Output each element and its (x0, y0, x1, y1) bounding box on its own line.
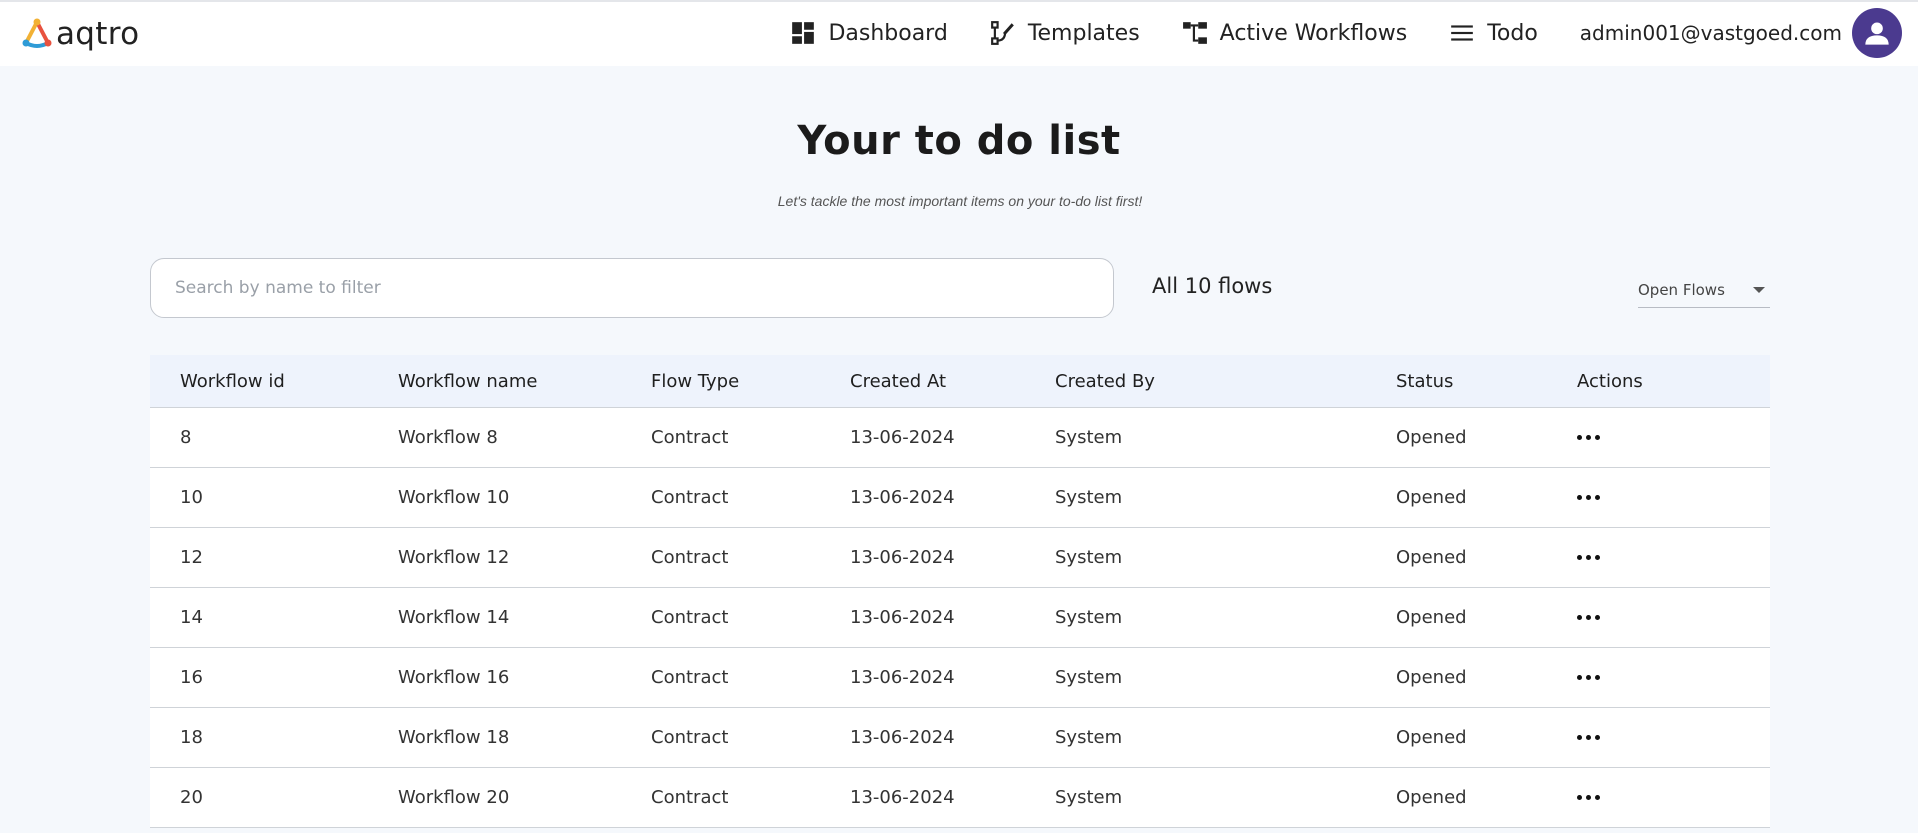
cell-flow-type: Contract (651, 667, 729, 688)
cell-workflow-id: 20 (180, 787, 203, 808)
cell-actions (1547, 668, 1770, 688)
cell-workflow-name: Workflow 16 (398, 667, 510, 688)
cell-workflow-id: 14 (180, 607, 203, 628)
cell-flow-type: Contract (651, 427, 729, 448)
cell-flow-type: Contract (651, 487, 729, 508)
more-actions-icon[interactable] (1577, 728, 1607, 748)
cell-created-by: System (1055, 547, 1123, 568)
cell-status: Opened (1396, 607, 1467, 628)
nav-item-active-workflows[interactable]: Active Workflows (1182, 20, 1408, 46)
flow-count-label: All 10 flows (1152, 274, 1273, 298)
nav-item-dashboard[interactable]: Dashboard (790, 20, 948, 46)
cell-workflow-id: 10 (180, 487, 203, 508)
cell-created-by: System (1055, 487, 1123, 508)
cell-created-at: 13-06-2024 (850, 787, 955, 808)
cell-status: Opened (1396, 787, 1467, 808)
dashboard-icon (792, 22, 815, 44)
column-header-workflow-name[interactable]: Workflow name (368, 371, 621, 392)
cell-workflow-name: Workflow 8 (398, 427, 498, 448)
cell-created-by: System (1055, 787, 1123, 808)
table-row[interactable]: 16 Workflow 16 Contract 13-06-2024 Syste… (150, 648, 1770, 708)
cell-created-at: 13-06-2024 (850, 727, 955, 748)
workflow-table: Workflow id Workflow name Flow Type Crea… (150, 355, 1770, 828)
table-row[interactable]: 8 Workflow 8 Contract 13-06-2024 System … (150, 408, 1770, 468)
table-row[interactable]: 10 Workflow 10 Contract 13-06-2024 Syste… (150, 468, 1770, 528)
cell-workflow-id: 8 (180, 427, 192, 448)
nav-item-templates[interactable]: Templates (990, 20, 1140, 46)
cell-actions (1547, 428, 1770, 448)
cell-workflow-name: Workflow 20 (398, 787, 510, 808)
templates-icon (990, 21, 1014, 45)
table-row[interactable]: 12 Workflow 12 Contract 13-06-2024 Syste… (150, 528, 1770, 588)
nav-item-label: Active Workflows (1219, 20, 1408, 46)
main-nav: Dashboard Templates Active Workflows Tod… (790, 2, 1918, 64)
page-subtitle: Let's tackle the most important items on… (777, 193, 1143, 209)
cell-status: Opened (1396, 487, 1467, 508)
more-actions-icon[interactable] (1577, 668, 1607, 688)
cell-created-at: 13-06-2024 (850, 487, 955, 508)
table-header-row: Workflow id Workflow name Flow Type Crea… (150, 355, 1770, 408)
cell-status: Opened (1396, 727, 1467, 748)
cell-workflow-id: 16 (180, 667, 203, 688)
column-header-status[interactable]: Status (1366, 371, 1547, 392)
top-navigation-bar: aqtro Dashboard Templates Active Workflo… (0, 0, 1918, 66)
nav-item-label: Templates (1027, 20, 1140, 46)
column-header-flow-type[interactable]: Flow Type (621, 371, 820, 392)
cell-created-by: System (1055, 607, 1123, 628)
column-header-workflow-id[interactable]: Workflow id (150, 371, 368, 392)
cell-workflow-id: 18 (180, 727, 203, 748)
cell-workflow-name: Workflow 12 (398, 547, 510, 568)
cell-actions (1547, 548, 1770, 568)
cell-workflow-name: Workflow 14 (398, 607, 510, 628)
cell-flow-type: Contract (651, 607, 729, 628)
column-header-created-by[interactable]: Created By (1025, 371, 1366, 392)
cell-actions (1547, 788, 1770, 808)
user-avatar[interactable] (1852, 8, 1902, 58)
cell-created-by: System (1055, 667, 1123, 688)
more-actions-icon[interactable] (1577, 548, 1607, 568)
cell-created-at: 13-06-2024 (850, 667, 955, 688)
cell-status: Opened (1396, 547, 1467, 568)
nav-item-label: Dashboard (828, 20, 948, 46)
table-row[interactable]: 14 Workflow 14 Contract 13-06-2024 Syste… (150, 588, 1770, 648)
cell-created-at: 13-06-2024 (850, 427, 955, 448)
app-name: aqtro (56, 16, 140, 52)
cell-flow-type: Contract (651, 787, 729, 808)
menu-icon (1451, 25, 1474, 41)
flow-status-select-value: Open Flows (1638, 280, 1725, 299)
table-row[interactable]: 18 Workflow 18 Contract 13-06-2024 Syste… (150, 708, 1770, 768)
flow-status-select[interactable]: Open Flows (1638, 272, 1770, 308)
more-actions-icon[interactable] (1577, 488, 1607, 508)
cell-created-by: System (1055, 427, 1123, 448)
cell-created-by: System (1055, 727, 1123, 748)
cell-flow-type: Contract (651, 547, 729, 568)
caret-down-icon (1753, 286, 1765, 293)
cell-workflow-name: Workflow 10 (398, 487, 510, 508)
cell-flow-type: Contract (651, 727, 729, 748)
more-actions-icon[interactable] (1577, 788, 1607, 808)
workflow-icon (1182, 22, 1207, 44)
more-actions-icon[interactable] (1577, 608, 1607, 628)
cell-actions (1547, 728, 1770, 748)
cell-actions (1547, 608, 1770, 628)
page-title: Your to do list (797, 118, 1121, 164)
cell-created-at: 13-06-2024 (850, 547, 955, 568)
table-row[interactable]: 20 Workflow 20 Contract 13-06-2024 Syste… (150, 768, 1770, 828)
cell-status: Opened (1396, 427, 1467, 448)
more-actions-icon[interactable] (1577, 428, 1607, 448)
aqtro-logo-icon (22, 18, 52, 48)
user-icon (1865, 22, 1889, 45)
cell-status: Opened (1396, 667, 1467, 688)
nav-item-todo[interactable]: Todo (1449, 20, 1538, 46)
cell-actions (1547, 488, 1770, 508)
app-logo[interactable]: aqtro (20, 14, 139, 54)
cell-workflow-id: 12 (180, 547, 203, 568)
column-header-created-at[interactable]: Created At (820, 371, 1025, 392)
column-header-actions: Actions (1577, 370, 1643, 392)
user-email: admin001@vastgoed.com (1579, 21, 1842, 45)
cell-workflow-name: Workflow 18 (398, 727, 510, 748)
nav-item-label: Todo (1487, 20, 1538, 46)
search-input[interactable] (150, 258, 1114, 318)
cell-created-at: 13-06-2024 (850, 607, 955, 628)
